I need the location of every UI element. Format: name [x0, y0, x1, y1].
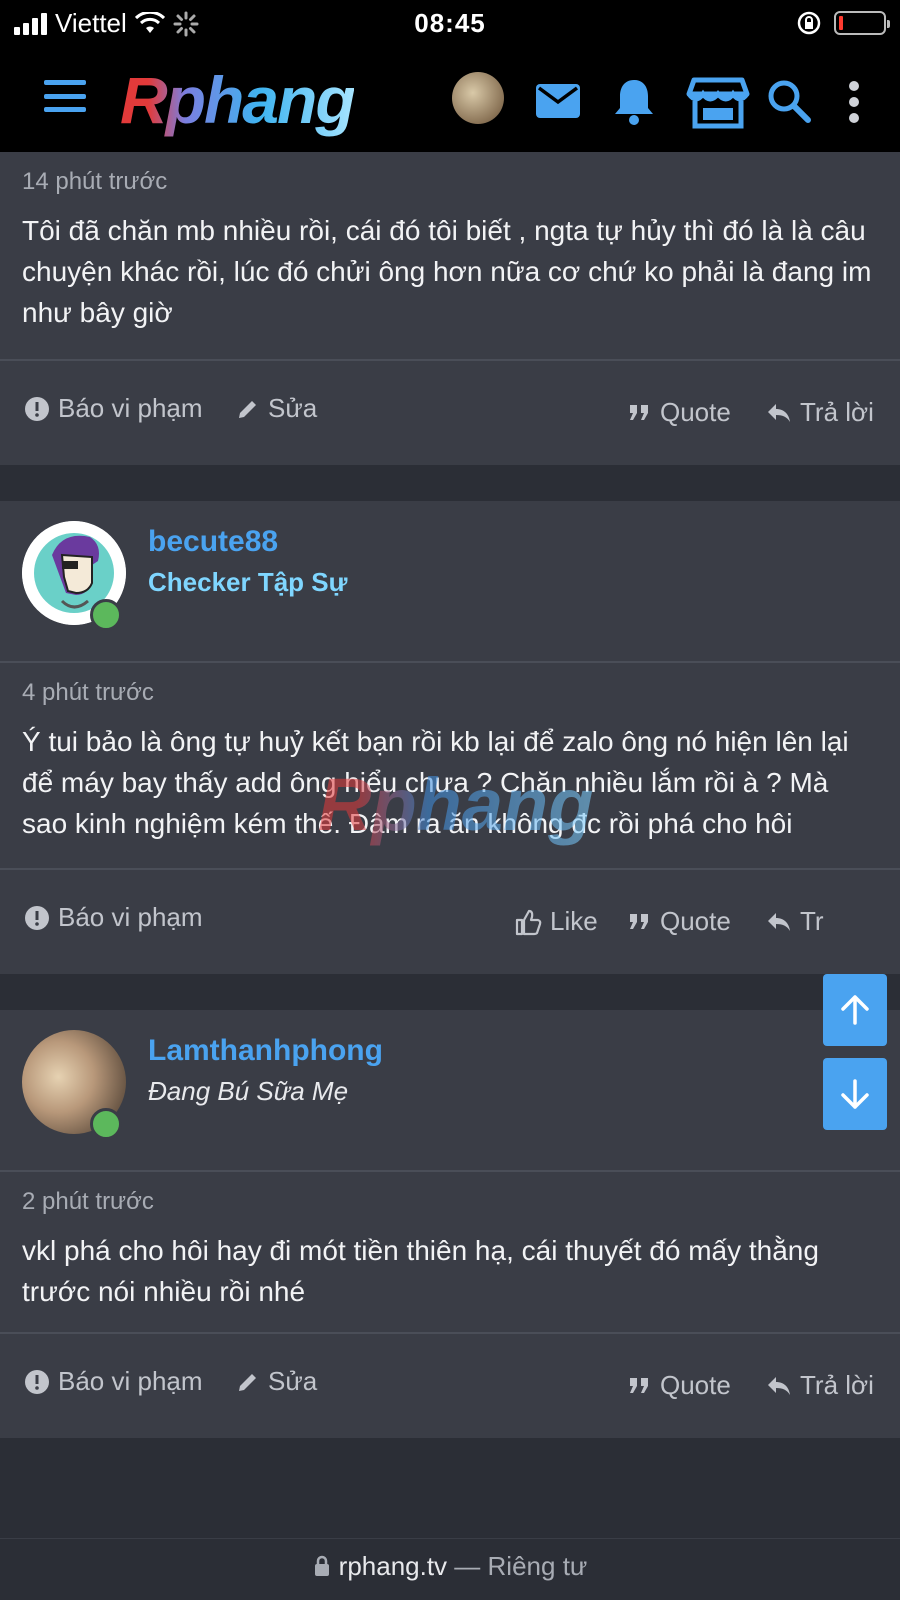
- quote-label: Quote: [660, 1370, 731, 1400]
- quote-icon: [630, 404, 648, 420]
- post-author: Lamthanhphong Đang Bú Sữa Mẹ: [0, 1010, 900, 1170]
- quote-button[interactable]: Quote: [628, 397, 731, 428]
- menu-icon[interactable]: [44, 80, 86, 112]
- reply-label: Tr: [800, 906, 824, 936]
- quote-icon: [630, 1377, 648, 1393]
- report-button[interactable]: Báo vi phạm: [24, 902, 203, 933]
- browser-url-bar[interactable]: rphang.tv — Riêng tư: [0, 1538, 900, 1600]
- arrow-up-icon: [841, 995, 869, 1025]
- user-title: Đang Bú Sữa Mẹ: [148, 1076, 349, 1106]
- avatar[interactable]: [452, 72, 504, 124]
- username[interactable]: becute88: [148, 525, 278, 559]
- post: 14 phút trước Tôi đã chăn mb nhiều rồi, …: [0, 152, 900, 359]
- privacy-label: Riêng tư: [487, 1551, 588, 1581]
- username[interactable]: Lamthanhphong: [148, 1034, 383, 1068]
- post-gap: [0, 974, 900, 1010]
- url-domain: rphang.tv: [338, 1551, 448, 1581]
- pencil-icon: [239, 400, 256, 418]
- search-icon[interactable]: [762, 74, 818, 130]
- quote-label: Quote: [660, 906, 731, 936]
- report-button[interactable]: Báo vi phạm: [24, 1366, 203, 1397]
- pencil-icon: [239, 1373, 256, 1391]
- user-title: Checker Tập Sự: [148, 567, 348, 597]
- mail-icon[interactable]: [530, 74, 586, 130]
- report-label: Báo vi phạm: [58, 1366, 203, 1396]
- url-separator: —: [454, 1551, 481, 1581]
- site-logo[interactable]: Rphang: [120, 62, 356, 138]
- like-label: Like: [550, 906, 598, 936]
- arrow-down-icon: [841, 1079, 869, 1109]
- quote-button[interactable]: Quote: [628, 906, 731, 937]
- scroll-bottom-button[interactable]: [823, 1058, 887, 1130]
- edit-label: Sửa: [268, 1366, 318, 1396]
- alert-icon: [25, 1369, 49, 1394]
- report-label: Báo vi phạm: [58, 393, 203, 423]
- status-bar: Viettel 08:45: [0, 0, 900, 46]
- reply-icon: [768, 1376, 790, 1395]
- post-body: Tôi đã chăn mb nhiều rồi, cái đó tôi biế…: [22, 215, 872, 328]
- report-button[interactable]: Báo vi phạm: [24, 393, 203, 424]
- post-gap: [0, 465, 900, 501]
- post-actions: Báo vi phạm Sửa Quote Trả lời: [0, 361, 900, 465]
- quote-icon: [630, 913, 648, 929]
- reply-button[interactable]: Trả lời: [766, 397, 874, 428]
- reply-button[interactable]: Tr: [766, 906, 824, 937]
- bell-icon[interactable]: [606, 74, 662, 130]
- battery-icon: [834, 11, 890, 35]
- reply-label: Trả lời: [800, 397, 874, 427]
- edit-button[interactable]: Sửa: [236, 1366, 317, 1397]
- report-label: Báo vi phạm: [58, 902, 203, 932]
- post-actions: Báo vi phạm Sửa Quote Trả lời: [0, 1334, 900, 1438]
- reply-button[interactable]: Trả lời: [766, 1370, 874, 1401]
- thread-content: 14 phút trước Tôi đã chăn mb nhiều rồi, …: [0, 152, 900, 1438]
- reply-icon: [768, 912, 790, 931]
- post-time: 2 phút trước: [22, 1188, 154, 1215]
- scroll-top-button[interactable]: [823, 974, 887, 1046]
- post-body: Ý tui bảo là ông tự huỷ kết bạn rồi kb l…: [22, 726, 849, 839]
- post: 4 phút trước Ý tui bảo là ông tự huỷ kết…: [0, 663, 900, 868]
- alert-icon: [25, 396, 49, 421]
- post-actions: Báo vi phạm Like Quote Tr: [0, 870, 900, 974]
- top-bar: Viettel 08:45 Rphang: [0, 0, 900, 152]
- edit-label: Sửa: [268, 393, 318, 423]
- lock-icon: [314, 1555, 329, 1576]
- rotation-lock-icon: [797, 11, 821, 35]
- thumbs-up-icon: [515, 909, 542, 935]
- post-time: 14 phút trước: [22, 168, 168, 195]
- post-time: 4 phút trước: [22, 679, 154, 706]
- reply-label: Trả lời: [800, 1370, 874, 1400]
- site-header: Rphang: [0, 52, 900, 148]
- online-status-icon: [90, 1108, 122, 1140]
- quote-button[interactable]: Quote: [628, 1370, 731, 1401]
- clock: 08:45: [414, 8, 486, 38]
- post-body: vkl phá cho hôi hay đi mót tiền thiên hạ…: [22, 1235, 819, 1307]
- reply-icon: [768, 403, 790, 422]
- post: 2 phút trước vkl phá cho hôi hay đi mót …: [0, 1172, 900, 1332]
- online-status-icon: [90, 599, 122, 631]
- store-icon[interactable]: [686, 74, 750, 130]
- post-author: becute88 Checker Tập Sự: [0, 501, 900, 661]
- edit-button[interactable]: Sửa: [236, 393, 317, 424]
- like-button[interactable]: Like: [514, 906, 598, 937]
- alert-icon: [25, 905, 49, 930]
- quote-label: Quote: [660, 397, 731, 427]
- more-vertical-icon[interactable]: [828, 74, 880, 130]
